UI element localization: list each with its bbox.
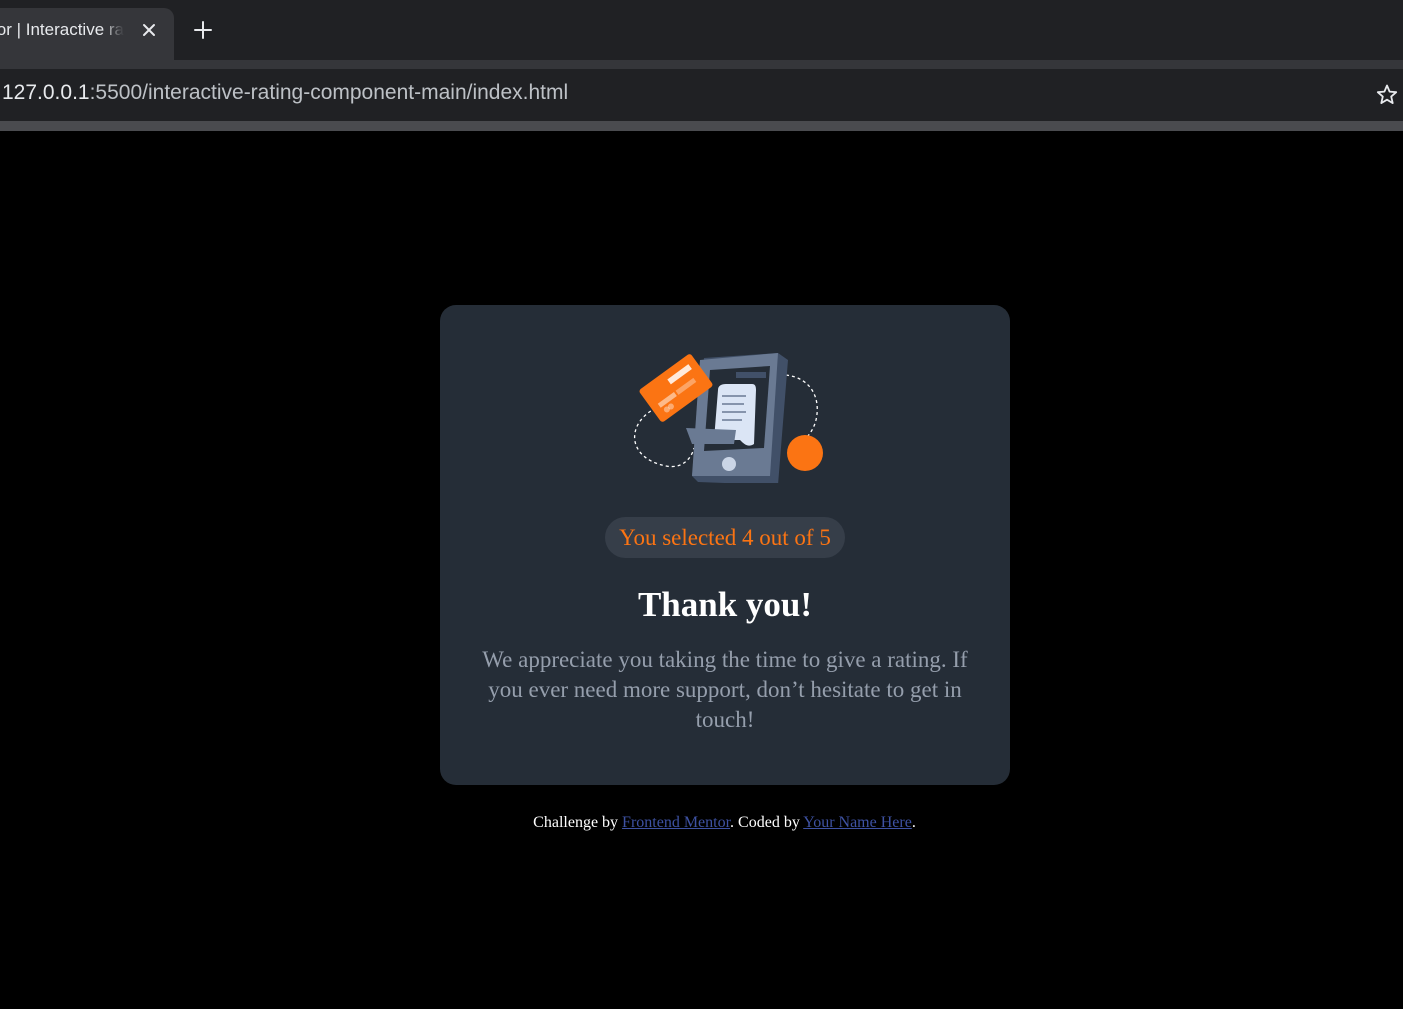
url-path: :5500/interactive-rating-component-main/… xyxy=(89,81,569,104)
phone-payment-illustration xyxy=(633,353,823,483)
attribution-prefix: Challenge by xyxy=(533,814,623,831)
close-icon xyxy=(143,24,155,36)
selected-rating-badge: You selected 4 out of 5 xyxy=(605,517,845,558)
attribution-suffix: . xyxy=(911,814,916,831)
url-text[interactable]: 127.0.0.1:5500/interactive-rating-compon… xyxy=(2,81,568,105)
page-viewport: You selected 4 out of 5 Thank you! We ap… xyxy=(0,131,1403,1009)
browser-toolbar: 127.0.0.1:5500/interactive-rating-compon… xyxy=(0,60,1403,131)
browser-tab-active[interactable]: or | Interactive ra xyxy=(0,8,174,60)
thank-you-message: We appreciate you taking the time to giv… xyxy=(482,647,968,732)
frontend-mentor-link[interactable]: Frontend Mentor xyxy=(622,814,730,831)
new-tab-button[interactable] xyxy=(191,18,215,42)
browser-tabstrip: or | Interactive ra xyxy=(0,0,1403,60)
thank-you-card: You selected 4 out of 5 Thank you! We ap… xyxy=(440,305,1010,785)
url-host: 127.0.0.1 xyxy=(2,81,90,104)
address-bar[interactable]: 127.0.0.1:5500/interactive-rating-compon… xyxy=(0,69,1403,121)
plus-icon xyxy=(194,21,212,39)
tab-close-button[interactable] xyxy=(139,20,159,40)
attribution-middle: . Coded by xyxy=(730,814,804,831)
tab-title: or | Interactive ra xyxy=(0,20,124,39)
bookmark-button[interactable] xyxy=(1373,81,1401,109)
attribution-footer: Challenge by Frontend Mentor. Coded by Y… xyxy=(0,814,1403,832)
author-link[interactable]: Your Name Here xyxy=(803,814,912,831)
star-outline-icon xyxy=(1376,84,1398,104)
page-title: Thank you! xyxy=(637,585,813,624)
